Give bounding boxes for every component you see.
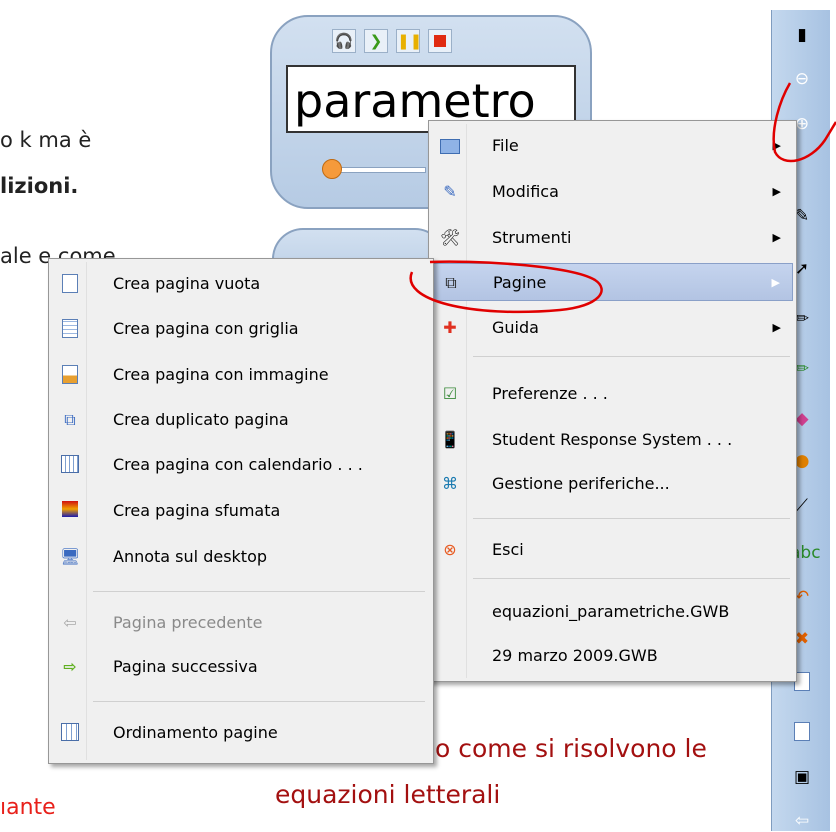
ordinamento-pagine-label: Ordinamento pagine <box>113 723 278 742</box>
response-system-icon: 📱 <box>440 430 460 449</box>
menu-separator <box>473 356 790 357</box>
menu-item-student-response-system[interactable]: 📱 Student Response System . . . <box>432 421 793 459</box>
menu-item-recent-file-1[interactable]: equazioni_parametriche.GWB <box>432 593 793 631</box>
exit-icon: ⊗ <box>443 540 457 559</box>
menu-item-file-label: File <box>492 136 519 155</box>
page-sorter-icon <box>60 723 80 743</box>
submenu-arrow-icon: ▶ <box>772 185 781 198</box>
submenu-arrow-icon: ▶ <box>772 321 781 334</box>
submenu-arrow-icon: ▶ <box>772 139 781 152</box>
crea-sfumata-label: Crea pagina sfumata <box>113 501 281 520</box>
crea-pagina-immagine-label: Crea pagina con immagine <box>113 365 329 384</box>
menu-item-recent-file-2[interactable]: 29 marzo 2009.GWB <box>432 637 793 675</box>
menu-item-modifica-label: Modifica <box>492 182 559 201</box>
menu-item-preferenze[interactable]: ☑ Preferenze . . . <box>432 375 793 413</box>
blank-page-icon <box>60 274 80 294</box>
menu-item-preferenze-label: Preferenze . . . <box>492 384 608 403</box>
pages-icon: ⧉ <box>445 273 457 292</box>
menu-item-esci-label: Esci <box>492 540 524 559</box>
crea-calendario-label: Crea pagina con calendario . . . <box>113 455 363 474</box>
submenu-item-pagina-successiva[interactable]: ⇨ Pagina successiva <box>52 648 430 686</box>
menu-separator <box>93 591 425 592</box>
grid-page-toolbar-icon[interactable] <box>790 722 814 744</box>
zoom-out-icon[interactable]: ⊖ <box>790 68 814 90</box>
arrow-left-icon: ⇦ <box>63 613 77 632</box>
menu-item-gestione-periferiche[interactable]: ⌘ Gestione periferiche... <box>432 465 793 503</box>
menu-item-modifica[interactable]: ✎ Modifica ▶ <box>432 173 793 211</box>
calendar-page-icon <box>60 455 80 475</box>
submenu-arrow-icon: ▶ <box>771 276 780 289</box>
menu-item-srs-label: Student Response System . . . <box>492 430 733 449</box>
menu-separator <box>473 578 790 579</box>
submenu-item-crea-calendario[interactable]: Crea pagina con calendario . . . <box>52 446 430 484</box>
menu-item-guida-label: Guida <box>492 318 539 337</box>
folder-icon <box>440 136 460 156</box>
grid-page-icon <box>60 319 80 339</box>
submenu-item-crea-duplicato[interactable]: ⧉ Crea duplicato pagina <box>52 401 430 439</box>
headphones-icon[interactable]: 🎧 <box>332 29 356 53</box>
edit-icon: ✎ <box>443 182 457 201</box>
stop-icon[interactable] <box>428 29 452 53</box>
pages-submenu: Crea pagina vuota Crea pagina con grigli… <box>48 258 434 764</box>
menu-item-periferiche-label: Gestione periferiche... <box>492 474 670 493</box>
red-caption-line-1: o come si risolvono le <box>435 734 707 763</box>
recent-file-2-label: 29 marzo 2009.GWB <box>492 646 658 665</box>
submenu-item-crea-pagina-vuota[interactable]: Crea pagina vuota <box>52 265 430 303</box>
menu-item-guida[interactable]: ✚ Guida ▶ <box>432 309 793 347</box>
pagina-precedente-label: Pagina precedente <box>113 613 263 632</box>
menu-item-file[interactable]: File ▶ <box>432 127 793 165</box>
background-text-line-2: lizioni. <box>0 174 79 198</box>
menu-separator <box>473 518 790 519</box>
help-icon: ✚ <box>443 318 457 337</box>
menu-item-esci[interactable]: ⊗ Esci <box>432 531 793 569</box>
submenu-item-crea-pagina-griglia[interactable]: Crea pagina con griglia <box>52 310 430 348</box>
preferences-icon: ☑ <box>442 384 458 403</box>
submenu-item-pagina-precedente: ⇦ Pagina precedente <box>52 604 430 642</box>
crea-pagina-griglia-label: Crea pagina con griglia <box>113 319 299 338</box>
crea-duplicato-label: Crea duplicato pagina <box>113 410 289 429</box>
menu-item-pagine-label: Pagine <box>493 273 547 292</box>
recent-file-1-label: equazioni_parametriche.GWB <box>492 602 730 621</box>
devices-icon: ⌘ <box>442 474 458 493</box>
pagina-successiva-label: Pagina successiva <box>113 657 258 676</box>
pause-icon[interactable]: ❚❚ <box>396 29 422 53</box>
main-context-menu: File ▶ ✎ Modifica ▶ 🛠 Strumenti ▶ ⧉ Pagi… <box>428 120 797 682</box>
menu-item-strumenti-label: Strumenti <box>492 228 572 247</box>
menu-item-pagine[interactable]: ⧉ Pagine ▶ <box>432 263 793 301</box>
duplicate-page-icon: ⧉ <box>64 410 76 429</box>
bottle-icon[interactable]: ▮ <box>790 24 814 46</box>
arrow-right-icon: ⇨ <box>63 657 77 676</box>
submenu-item-crea-pagina-immagine[interactable]: Crea pagina con immagine <box>52 356 430 394</box>
crea-pagina-vuota-label: Crea pagina vuota <box>113 274 261 293</box>
background-text-bottom: ıante <box>0 795 56 820</box>
tools-icon: 🛠 <box>440 228 461 247</box>
submenu-arrow-icon: ▶ <box>772 231 781 244</box>
menu-item-strumenti[interactable]: 🛠 Strumenti ▶ <box>432 219 793 257</box>
annotate-desktop-icon: 🖥 <box>60 547 81 566</box>
image-page-icon <box>60 365 80 385</box>
play-icon[interactable]: ❯ <box>364 29 388 53</box>
gradient-page-icon <box>60 501 80 521</box>
annota-desktop-label: Annota sul desktop <box>113 547 268 566</box>
submenu-item-crea-sfumata[interactable]: Crea pagina sfumata <box>52 492 430 530</box>
red-caption-line-2: equazioni letterali <box>275 780 501 809</box>
background-text-line-1: o k ma è <box>0 128 92 152</box>
menu-separator <box>93 701 425 702</box>
back-arrow-icon[interactable]: ⇦ <box>790 810 814 832</box>
submenu-item-ordinamento-pagine[interactable]: Ordinamento pagine <box>52 714 430 752</box>
screen-icon[interactable]: ▣ <box>790 766 814 788</box>
slider-knob-icon[interactable] <box>322 159 342 179</box>
submenu-item-annota-desktop[interactable]: 🖥 Annota sul desktop <box>52 538 430 576</box>
